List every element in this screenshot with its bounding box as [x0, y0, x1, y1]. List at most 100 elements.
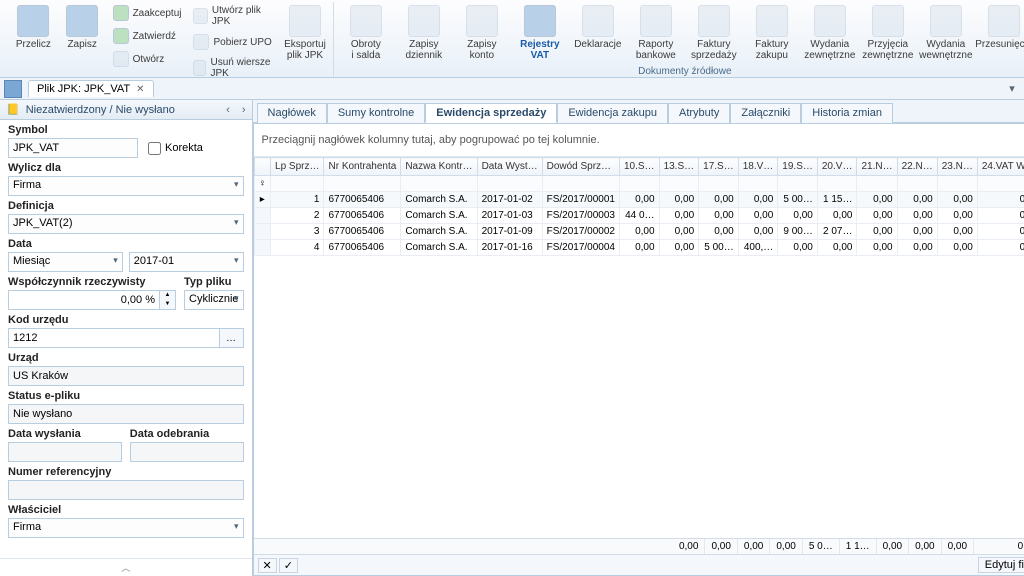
- col-17[interactable]: 17.S…: [699, 158, 739, 176]
- right-panel: Nagłówek Sumy kontrolne Ewidencja sprzed…: [253, 100, 1024, 576]
- zapisy-konto-button[interactable]: Zapisy konto: [454, 2, 510, 64]
- tab-ewidencja-zakupu[interactable]: Ewidencja zakupu: [557, 103, 668, 123]
- table-row[interactable]: 26770065406Comarch S.A.2017-01-03FS/2017…: [254, 208, 1024, 224]
- export-icon: [289, 5, 321, 37]
- col-13[interactable]: 13.S…: [659, 158, 699, 176]
- save-icon: [66, 5, 98, 37]
- tab-zalaczniki[interactable]: Załączniki: [730, 103, 801, 123]
- internal-issue-icon: [930, 5, 962, 37]
- app-icon[interactable]: [4, 80, 22, 98]
- data-value-select[interactable]: 2017-01: [129, 252, 244, 272]
- accept-icon: [113, 5, 129, 21]
- col-18[interactable]: 18.V…: [738, 158, 778, 176]
- definicja-select[interactable]: JPK_VAT(2): [8, 214, 244, 234]
- prev-button[interactable]: ‹: [226, 104, 230, 116]
- zaakceptuj-button[interactable]: Zaakceptuj: [108, 2, 187, 24]
- typ-pliku-select[interactable]: Cyklicznie: [184, 290, 244, 310]
- col-21[interactable]: 21.N…: [857, 158, 897, 176]
- goods-receipt-icon: [872, 5, 904, 37]
- rejestry-vat-button[interactable]: Rejestry VAT: [512, 2, 568, 64]
- status-epliku-label: Status e-pliku: [8, 390, 244, 402]
- eksportuj-button[interactable]: Eksportuj plik JPK: [281, 2, 329, 64]
- przesuniecia-button[interactable]: Przesunięcia: [976, 2, 1024, 53]
- tabbar-dropdown[interactable]: ▾: [1004, 82, 1020, 95]
- edit-filter-button[interactable]: Edytuj filtr: [978, 557, 1024, 573]
- zatwierdz-button[interactable]: Zatwierdź: [108, 25, 187, 47]
- przelicz-button[interactable]: Przelicz: [10, 2, 57, 53]
- goods-issue-icon: [814, 5, 846, 37]
- col-dowod[interactable]: Dowód Sprz…: [542, 158, 619, 176]
- table-row[interactable]: 46770065406Comarch S.A.2017-01-16FS/2017…: [254, 240, 1024, 256]
- col-nazwa[interactable]: Nazwa Kontr…: [401, 158, 477, 176]
- przyjecia-zew-button[interactable]: Przyjęcia zewnętrzne: [860, 2, 916, 64]
- obroty-button[interactable]: Obroty i salda: [338, 2, 394, 64]
- col-19[interactable]: 19.S…: [778, 158, 818, 176]
- symbol-input[interactable]: [8, 138, 138, 158]
- tab-naglowek[interactable]: Nagłówek: [257, 103, 327, 123]
- faktury-sprzedazy-button[interactable]: Faktury sprzedaży: [686, 2, 742, 64]
- wylicz-label: Wylicz dla: [8, 162, 244, 174]
- kod-urzedu-label: Kod urzędu: [8, 314, 244, 326]
- col-10[interactable]: 10.S…: [619, 158, 659, 176]
- col-20[interactable]: 20.V…: [817, 158, 857, 176]
- status-epliku-input: [8, 404, 244, 424]
- filter-row[interactable]: ♀: [254, 176, 1024, 192]
- spin-down-icon[interactable]: ▼: [160, 300, 175, 309]
- col-23[interactable]: 23.N…: [937, 158, 977, 176]
- tab-sumy[interactable]: Sumy kontrolne: [327, 103, 425, 123]
- raporty-bankowe-button[interactable]: Raporty bankowe: [628, 2, 684, 64]
- urzad-input: [8, 366, 244, 386]
- clear-filter-button[interactable]: ✕: [258, 558, 277, 573]
- otworz-button[interactable]: Otwórz: [108, 48, 187, 70]
- bank-icon: [640, 5, 672, 37]
- apply-filter-button[interactable]: ✓: [279, 558, 298, 573]
- data-grid[interactable]: Lp Sprz… Nr Kontrahenta Nazwa Kontr… Dat…: [254, 157, 1024, 256]
- download-icon: [193, 34, 209, 50]
- table-row[interactable]: ▸16770065406Comarch S.A.2017-01-02FS/201…: [254, 192, 1024, 208]
- wlasciciel-select[interactable]: Firma: [8, 518, 244, 538]
- utworz-plik-button[interactable]: Utwórz plik JPK: [188, 2, 279, 30]
- tab-historia[interactable]: Historia zmian: [801, 103, 893, 123]
- wydania-zew-button[interactable]: Wydania zewnętrzne: [802, 2, 858, 64]
- panel-collapse-handle[interactable]: ︿: [0, 558, 252, 576]
- numer-ref-input: [8, 480, 244, 500]
- definicja-label: Definicja: [8, 200, 244, 212]
- col-nr-kontrahenta[interactable]: Nr Kontrahenta: [324, 158, 401, 176]
- col-data[interactable]: Data Wyst…: [477, 158, 542, 176]
- vat-icon: [524, 5, 556, 37]
- kod-urzedu-input[interactable]: [8, 328, 220, 348]
- zapisy-dziennik-button[interactable]: Zapisy dziennik: [396, 2, 452, 64]
- tab-atrybuty[interactable]: Atrybuty: [668, 103, 730, 123]
- document-tabbar: Plik JPK: JPK_VAT ✕ ▾: [0, 78, 1024, 100]
- table-row[interactable]: 36770065406Comarch S.A.2017-01-09FS/2017…: [254, 224, 1024, 240]
- kod-urzedu-lookup[interactable]: …: [220, 328, 244, 348]
- data-odebrania-input: [130, 442, 244, 462]
- tab-ewidencja-sprzedazy[interactable]: Ewidencja sprzedaży: [425, 103, 557, 123]
- col-lp[interactable]: Lp Sprz…: [271, 158, 324, 176]
- declarations-icon: [582, 5, 614, 37]
- numer-ref-label: Numer referencyjny: [8, 466, 244, 478]
- wylicz-select[interactable]: Firma: [8, 176, 244, 196]
- left-panel-header: 📒 Niezatwierdzony / Nie wysłano ‹ ›: [0, 100, 252, 120]
- faktury-zakupu-button[interactable]: Faktury zakupu: [744, 2, 800, 64]
- transfer-icon: [988, 5, 1020, 37]
- group-by-hint[interactable]: Przeciągnij nagłówek kolumny tutaj, aby …: [254, 124, 1024, 157]
- deklaracje-button[interactable]: Deklaracje: [570, 2, 626, 53]
- data-period-select[interactable]: Miesiąc: [8, 252, 123, 272]
- spin-up-icon[interactable]: ▲: [160, 291, 175, 300]
- filter-bar: ✕ ✓ Edytuj filtr: [254, 554, 1024, 575]
- next-button[interactable]: ›: [242, 104, 246, 116]
- pobierz-upo-button[interactable]: Pobierz UPO: [188, 31, 279, 53]
- col-24[interactable]: 24.VAT WNT: [977, 158, 1024, 176]
- wspolczynnik-spinner[interactable]: ▲▼: [8, 290, 176, 310]
- close-icon[interactable]: ✕: [136, 84, 144, 95]
- wydania-wew-button[interactable]: Wydania wewnętrzne: [918, 2, 974, 64]
- col-22[interactable]: 22.N…: [897, 158, 937, 176]
- sales-invoice-icon: [698, 5, 730, 37]
- status-text: Niezatwierdzony / Nie wysłano: [26, 104, 175, 116]
- zapisz-button[interactable]: Zapisz: [59, 2, 106, 53]
- typ-pliku-label: Typ pliku: [184, 276, 244, 288]
- left-panel: 📒 Niezatwierdzony / Nie wysłano ‹ › Symb…: [0, 100, 253, 576]
- korekta-checkbox[interactable]: Korekta: [148, 142, 203, 155]
- document-tab[interactable]: Plik JPK: JPK_VAT ✕: [28, 80, 154, 97]
